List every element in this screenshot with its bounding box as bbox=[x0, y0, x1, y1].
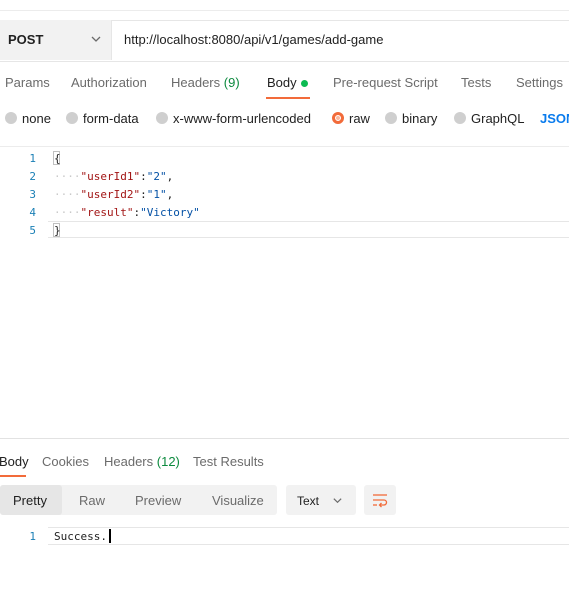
line-number: 5 bbox=[29, 224, 36, 237]
response-tab-cookies[interactable]: Cookies bbox=[42, 454, 89, 469]
wrap-lines-icon bbox=[373, 494, 388, 508]
line-number: 1 bbox=[29, 152, 36, 165]
chevron-down-icon bbox=[333, 498, 342, 504]
active-tab-indicator bbox=[266, 97, 310, 99]
json-key: "userId2" bbox=[80, 188, 141, 201]
radio-raw-label: raw bbox=[349, 111, 370, 126]
indent-whitespace: ···· bbox=[54, 188, 81, 201]
code-line-4[interactable]: ····"result":"Victory" bbox=[54, 206, 200, 219]
json-value: "1" bbox=[146, 188, 167, 201]
response-divider[interactable] bbox=[0, 438, 569, 439]
code-line-2[interactable]: ····"userId1":"2", bbox=[54, 170, 173, 183]
tab-headers-label: Headers bbox=[171, 75, 221, 90]
radio-binary-label: binary bbox=[402, 111, 438, 126]
response-tab-headers-label: Headers bbox=[104, 454, 154, 469]
view-mode-preview[interactable]: Preview bbox=[135, 493, 181, 508]
radio-form-data[interactable] bbox=[66, 112, 78, 124]
response-tab-test-results[interactable]: Test Results bbox=[193, 454, 264, 469]
radio-urlencoded[interactable] bbox=[156, 112, 168, 124]
indent-whitespace: ···· bbox=[54, 206, 81, 219]
json-colon: : bbox=[140, 188, 147, 201]
response-tab-body[interactable]: Body bbox=[0, 454, 29, 469]
response-tab-headers-count: (12) bbox=[156, 454, 180, 469]
tab-body[interactable]: Body bbox=[267, 75, 297, 90]
tab-authorization[interactable]: Authorization bbox=[71, 75, 147, 90]
code-line-1[interactable]: { bbox=[54, 152, 61, 165]
json-value: "Victory" bbox=[140, 206, 200, 219]
radio-graphql-label: GraphQL bbox=[471, 111, 525, 126]
response-active-tab-indicator bbox=[0, 475, 26, 477]
editor-top-divider bbox=[0, 146, 569, 147]
method-label: POST bbox=[8, 32, 44, 47]
indent-whitespace: ···· bbox=[54, 170, 81, 183]
radio-none[interactable] bbox=[5, 112, 17, 124]
current-line-highlight bbox=[48, 221, 569, 238]
line-number: 4 bbox=[29, 206, 36, 219]
tab-params[interactable]: Params bbox=[5, 75, 50, 90]
radio-binary[interactable] bbox=[385, 112, 397, 124]
top-divider bbox=[0, 10, 569, 11]
tab-prerequest-script[interactable]: Pre-request Script bbox=[333, 75, 438, 90]
view-mode-pretty[interactable]: Pretty bbox=[13, 493, 47, 508]
line-number: 2 bbox=[29, 170, 36, 183]
format-select-label: Text bbox=[297, 494, 320, 508]
json-comma: , bbox=[166, 170, 174, 183]
response-line-number: 1 bbox=[29, 530, 36, 543]
response-body-text[interactable]: Success. bbox=[54, 530, 107, 543]
tab-tests[interactable]: Tests bbox=[461, 75, 491, 90]
body-modified-dot bbox=[301, 80, 308, 87]
tab-headers-count: (9) bbox=[223, 75, 240, 90]
json-key: "userId1" bbox=[80, 170, 141, 183]
json-colon: : bbox=[140, 170, 147, 183]
code-line-5[interactable]: } bbox=[54, 224, 61, 237]
radio-graphql[interactable] bbox=[454, 112, 466, 124]
radio-urlencoded-label: x-www-form-urlencoded bbox=[173, 111, 311, 126]
language-select[interactable]: JSON bbox=[540, 111, 569, 126]
url-input[interactable]: http://localhost:8080/api/v1/games/add-g… bbox=[124, 32, 383, 47]
line-number: 3 bbox=[29, 188, 36, 201]
radio-form-data-label: form-data bbox=[83, 111, 139, 126]
json-value: "2" bbox=[146, 170, 167, 183]
text-cursor bbox=[109, 529, 111, 543]
view-mode-raw[interactable]: Raw bbox=[79, 493, 105, 508]
response-line-border-top bbox=[48, 527, 569, 528]
radio-raw-selected[interactable] bbox=[332, 112, 344, 124]
radio-none-label: none bbox=[22, 111, 51, 126]
response-line-border-bottom bbox=[48, 544, 569, 545]
chevron-down-icon[interactable] bbox=[90, 33, 102, 45]
json-comma: , bbox=[166, 188, 174, 201]
response-tab-headers[interactable]: Headers (12) bbox=[104, 454, 180, 469]
code-line-3[interactable]: ····"userId2":"1", bbox=[54, 188, 173, 201]
tab-settings[interactable]: Settings bbox=[516, 75, 563, 90]
tab-headers[interactable]: Headers (9) bbox=[171, 75, 240, 90]
json-key: "result" bbox=[80, 206, 134, 219]
view-mode-visualize[interactable]: Visualize bbox=[212, 493, 264, 508]
